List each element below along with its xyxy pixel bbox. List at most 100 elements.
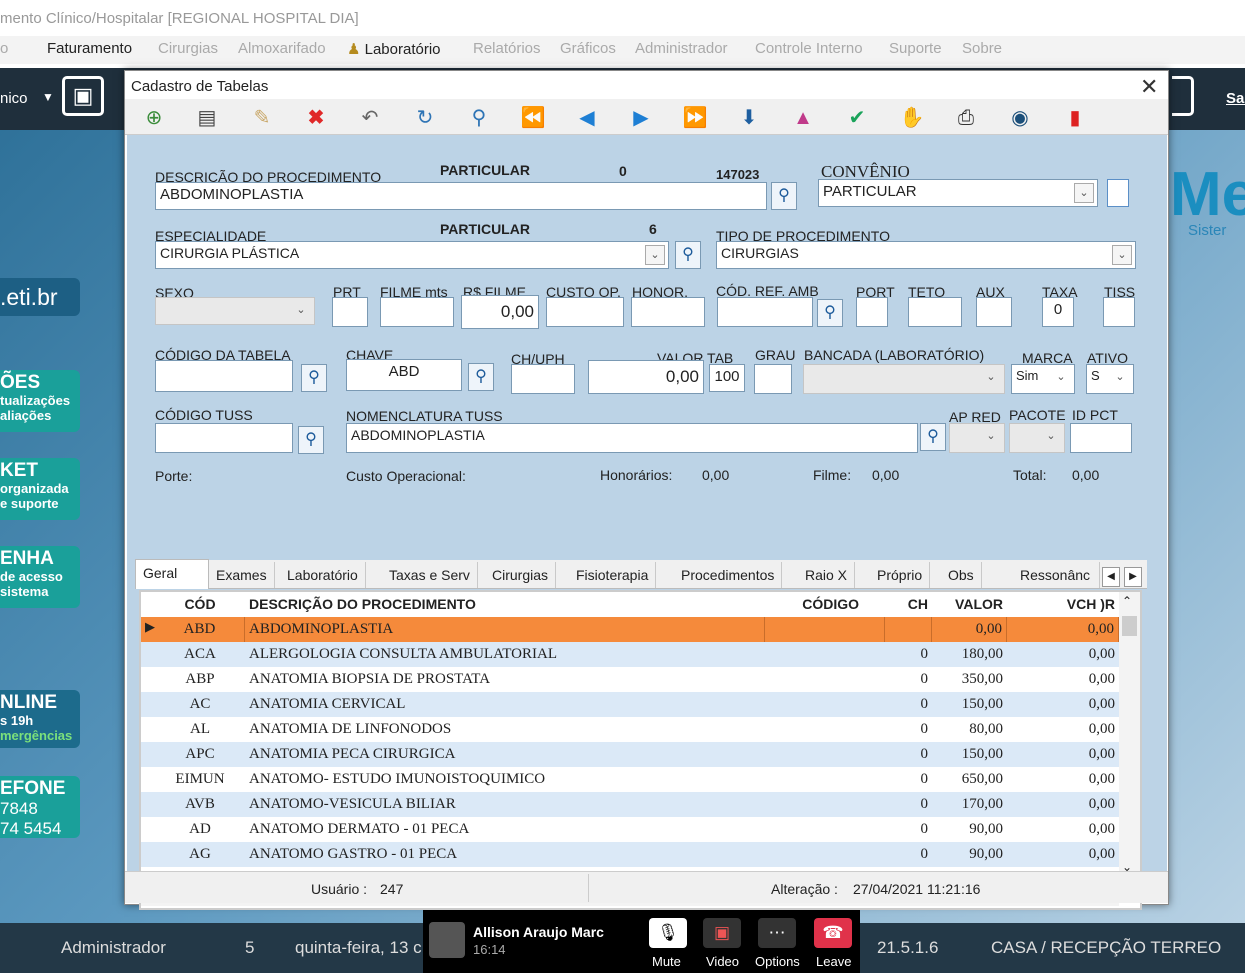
next-icon[interactable]: ▶ bbox=[628, 105, 654, 131]
card-ticket[interactable]: KET organizada e suporte bbox=[0, 458, 80, 520]
pacote-select[interactable]: ⌄ bbox=[1009, 423, 1065, 453]
menu-item-suporte[interactable]: Suporte bbox=[889, 40, 942, 57]
custo-op-input[interactable] bbox=[546, 297, 624, 327]
table-row[interactable]: AC ANATOMIA CERVICAL 0 150,00 0,00 bbox=[141, 692, 1119, 717]
refresh-icon[interactable]: ↻ bbox=[412, 105, 438, 131]
ch-uph-input[interactable] bbox=[511, 364, 575, 394]
card-telefone[interactable]: EFONE 7848 74 5454 bbox=[0, 776, 80, 838]
close-icon[interactable]: ✕ bbox=[1140, 74, 1158, 100]
grau-input[interactable] bbox=[754, 364, 792, 394]
valor-tab-pct-input[interactable]: 100 bbox=[709, 364, 745, 392]
codigo-tuss-input[interactable] bbox=[155, 423, 293, 453]
especialidade-select[interactable]: CIRURGIA PLÁSTICA ⌄ bbox=[155, 241, 669, 269]
prt-input[interactable] bbox=[332, 297, 368, 327]
ativo-select[interactable]: S ⌄ bbox=[1086, 364, 1134, 394]
table-row[interactable]: AD ANATOMO DERMATO - 01 PECA 0 90,00 0,00 bbox=[141, 817, 1119, 842]
cod-ref-search-icon[interactable]: ⚲ bbox=[817, 299, 843, 327]
bancada-select[interactable]: ⌄ bbox=[803, 364, 1005, 394]
table-row[interactable]: AVB ANATOMO-VESICULA BILIAR 0 170,00 0,00 bbox=[141, 792, 1119, 817]
menu-item-graficos[interactable]: Gráficos bbox=[560, 40, 616, 57]
chevron-down-icon[interactable]: ⌄ bbox=[981, 368, 1001, 388]
scroll-thumb[interactable] bbox=[1122, 616, 1137, 636]
table-row[interactable]: ABP ANATOMIA BIOPSIA DE PROSTATA 0 350,00 0,… bbox=[141, 667, 1119, 692]
col-descricao[interactable]: DESCRIÇÃO DO PROCEDIMENTO bbox=[245, 592, 765, 617]
table-row[interactable]: EIMUN ANATOMO- ESTUDO IMUNOISTOQUIMICO 0 65… bbox=[141, 767, 1119, 792]
valor-tab-input[interactable]: 0,00 bbox=[588, 360, 704, 394]
card-online[interactable]: NLINE s 19h mergências bbox=[0, 690, 80, 748]
port-input[interactable] bbox=[856, 297, 888, 327]
nomenclatura-tuss-input[interactable]: ABDOMINOPLASTIA bbox=[346, 423, 918, 453]
chave-input[interactable]: ABD bbox=[346, 359, 462, 391]
menu-item-sobre[interactable]: Sobre bbox=[962, 40, 1002, 57]
undo-icon[interactable]: ↶ bbox=[357, 105, 383, 131]
chave-search-icon[interactable]: ⚲ bbox=[468, 363, 494, 391]
first-icon[interactable]: ⏪ bbox=[520, 105, 546, 131]
sexo-select[interactable]: ⌄ bbox=[155, 297, 315, 325]
chevron-down-icon[interactable]: ⌄ bbox=[1041, 427, 1061, 447]
taxa-input[interactable]: 0 bbox=[1042, 297, 1074, 327]
globe-icon[interactable]: ◉ bbox=[1007, 105, 1033, 131]
col-ch[interactable]: CH bbox=[885, 592, 932, 617]
chevron-down-icon[interactable]: ⌄ bbox=[1110, 368, 1130, 388]
codigo-tabela-search-icon[interactable]: ⚲ bbox=[301, 364, 327, 392]
scroll-up-icon[interactable]: ⌃ bbox=[1122, 594, 1132, 608]
edit-icon[interactable]: ✎ bbox=[249, 105, 275, 131]
prev-icon[interactable]: ◀ bbox=[574, 105, 600, 131]
menu-item-relatorios[interactable]: Relatórios bbox=[473, 40, 541, 57]
descricao-input[interactable]: ABDOMINOPLASTIA bbox=[155, 182, 767, 210]
cod-ref-amb-input[interactable] bbox=[717, 297, 813, 327]
tab-fisioterapia[interactable]: Fisioterapia bbox=[569, 562, 657, 588]
tab-raio-x[interactable]: Raio X bbox=[798, 562, 856, 588]
chevron-down-icon[interactable]: ⌄ bbox=[645, 245, 665, 265]
delete-icon[interactable]: ✖ bbox=[303, 105, 329, 131]
aux-input[interactable] bbox=[976, 297, 1012, 327]
marca-select[interactable]: Sim ⌄ bbox=[1011, 364, 1075, 394]
chevron-down-icon[interactable]: ⌄ bbox=[1051, 368, 1071, 388]
tiss-input[interactable] bbox=[1103, 297, 1135, 327]
menu-item-administrador[interactable]: Administrador bbox=[635, 40, 728, 57]
col-vch[interactable]: VCH )R bbox=[1007, 592, 1119, 617]
download-icon[interactable]: ⬇ bbox=[736, 105, 762, 131]
table-row[interactable]: ACA ALERGOLOGIA CONSULTA AMBULATORIAL 0 180… bbox=[141, 642, 1119, 667]
calendar-icon[interactable]: ▣ bbox=[62, 76, 104, 116]
col-codigo[interactable]: CÓDIGO bbox=[765, 592, 885, 617]
table-row[interactable]: AG ANATOMO GASTRO - 01 PECA 0 90,00 0,00 bbox=[141, 842, 1119, 867]
ap-red-select[interactable]: ⌄ bbox=[949, 423, 1005, 453]
last-icon[interactable]: ⏩ bbox=[682, 105, 708, 131]
sair-link[interactable]: Sai bbox=[1226, 90, 1245, 107]
chevron-down-icon[interactable]: ⌄ bbox=[1074, 183, 1094, 203]
confirm-icon[interactable]: ✔ bbox=[844, 105, 870, 131]
col-valor[interactable]: VALOR bbox=[932, 592, 1007, 617]
menu-item-start[interactable]: o bbox=[0, 40, 8, 57]
tab-laboratorio[interactable]: Laboratório bbox=[280, 562, 366, 588]
hand-icon[interactable]: ✋ bbox=[899, 105, 925, 131]
table-row[interactable]: APC ANATOMIA PECA CIRURGICA 0 150,00 0,00 bbox=[141, 742, 1119, 767]
menu-item-cirurgias[interactable]: Cirurgias bbox=[158, 40, 218, 57]
tab-obs[interactable]: Obs bbox=[941, 562, 982, 588]
menu-item-faturamento[interactable]: Faturamento bbox=[47, 40, 132, 57]
site-url[interactable]: .eti.br bbox=[0, 278, 80, 316]
chevron-down-icon[interactable]: ⌄ bbox=[1112, 245, 1132, 265]
tab-procedimentos[interactable]: Procedimentos bbox=[674, 562, 783, 588]
id-pct-input[interactable] bbox=[1070, 423, 1132, 453]
hangup-icon[interactable]: ☎ bbox=[814, 918, 852, 948]
tipo-select[interactable]: CIRURGIAS ⌄ bbox=[716, 241, 1136, 269]
honor-input[interactable] bbox=[631, 297, 705, 327]
tab-scroll-right-icon[interactable]: ▶ bbox=[1124, 567, 1142, 587]
codigo-tabela-input[interactable] bbox=[155, 360, 293, 392]
codigo-tuss-search-icon[interactable]: ⚲ bbox=[298, 426, 324, 454]
teto-input[interactable] bbox=[908, 297, 962, 327]
save-icon[interactable]: ▤ bbox=[194, 105, 220, 131]
chevron-down-icon[interactable]: ⌄ bbox=[291, 301, 311, 321]
card-senha[interactable]: ENHA de acesso sistema bbox=[0, 546, 80, 608]
tab-proprio[interactable]: Próprio bbox=[870, 562, 931, 588]
tab-scroll-left-icon[interactable]: ◀ bbox=[1102, 567, 1120, 587]
exit-icon[interactable]: ▮ bbox=[1062, 105, 1088, 131]
tab-taxas-serv[interactable]: Taxas e Serv bbox=[382, 562, 478, 588]
card-atualizacoes[interactable]: ÕES tualizações aliações bbox=[0, 370, 80, 432]
microphone-icon[interactable]: 🎙 bbox=[649, 918, 687, 948]
lab-flask-icon[interactable]: ▲ bbox=[790, 105, 816, 131]
new-icon[interactable]: ⊕ bbox=[141, 105, 167, 131]
menu-item-controle-interno[interactable]: Controle Interno bbox=[755, 40, 863, 57]
tab-cirurgias[interactable]: Cirurgias bbox=[485, 562, 557, 588]
